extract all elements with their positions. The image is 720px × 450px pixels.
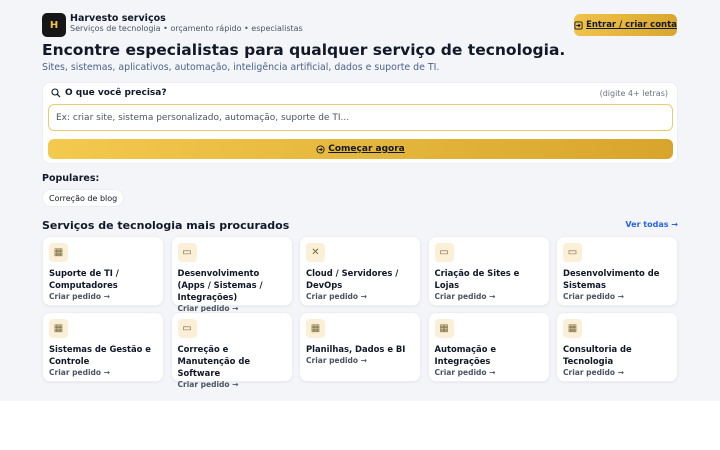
brand-logo[interactable]: H [42, 13, 66, 37]
laptop-icon: ▭ [177, 243, 197, 262]
start-now-label: Começar agora [328, 144, 405, 154]
start-now-button[interactable]: Começar agora [48, 139, 673, 159]
service-card-title: Planilhas, Dados e BI [306, 344, 406, 354]
brand-name[interactable]: Harvesto serviços [70, 13, 166, 24]
service-card-title: Desenvolvimento (Apps / Sistemas / Integ… [177, 268, 263, 302]
grid-icon: ▦ [434, 319, 454, 338]
service-card-sites[interactable]: ▭ Criação de Sites e Lojas Criar pedido … [427, 236, 550, 306]
login-label: Entrar / criar conta [586, 20, 677, 30]
create-request-link[interactable]: Criar pedido → [306, 356, 414, 365]
logo-letter: H [49, 19, 59, 31]
grid-icon: ▦ [49, 319, 68, 338]
service-card-cloud[interactable]: ✕ Cloud / Servidores / DevOps Criar pedi… [299, 236, 421, 306]
create-request-link[interactable]: Criar pedido → [563, 368, 671, 377]
search-card: O que você precisa? (digite 4+ letras) C… [42, 82, 678, 164]
service-card-spreadsheets[interactable]: ▦ Planilhas, Dados e BI Criar pedido → [299, 312, 421, 382]
create-request-link[interactable]: Criar pedido → [306, 292, 414, 301]
create-request-link[interactable]: Criar pedido → [49, 368, 157, 377]
page-background: H Harvesto serviços Serviços de tecnolog… [0, 0, 720, 401]
arrow-circle-icon [316, 144, 325, 154]
service-card-title: Suporte de TI / Computadores [49, 268, 119, 290]
service-card-development[interactable]: ▭ Desenvolvimento (Apps / Sistemas / Int… [170, 236, 293, 313]
service-card-automation[interactable]: ▦ Automação e Integrações Criar pedido → [427, 312, 550, 382]
laptop-icon: ▭ [563, 243, 582, 262]
service-card-title: Desenvolvimento de Sistemas [563, 268, 660, 290]
service-card-title: Sistemas de Gestão e Controle [49, 344, 151, 366]
search-label-row: O que você precisa? [51, 88, 167, 98]
service-card-title: Cloud / Servidores / DevOps [306, 268, 399, 290]
login-arrow-icon [574, 20, 583, 30]
search-icon [51, 88, 61, 98]
create-request-link[interactable]: Criar pedido → [435, 292, 543, 301]
services-grid: ▦ Suporte de TI / Computadores Criar ped… [42, 236, 678, 389]
service-card-title: Correção e Manutenção de Software [177, 344, 251, 378]
tools-icon: ✕ [306, 243, 325, 262]
service-card-title: Consultoria de Tecnologia [563, 344, 632, 366]
popular-title: Populares: [42, 173, 100, 184]
create-request-link[interactable]: Criar pedido → [563, 292, 671, 301]
service-card-systems-dev[interactable]: ▭ Desenvolvimento de Sistemas Criar pedi… [556, 236, 678, 306]
service-card-title: Automação e Integrações [434, 344, 497, 366]
popular-chip[interactable]: Correção de blog [42, 189, 125, 207]
login-button[interactable]: Entrar / criar conta [574, 14, 677, 36]
create-request-link[interactable]: Criar pedido → [435, 368, 543, 377]
service-card-title: Criação de Sites e Lojas [434, 268, 520, 290]
create-request-link[interactable]: Criar pedido → [49, 292, 157, 301]
page-subtitle: Sites, sistemas, aplicativos, automação,… [42, 62, 440, 73]
grid-icon: ▦ [49, 243, 68, 262]
laptop-icon: ▭ [177, 319, 197, 338]
page-title: Encontre especialistas para qualquer ser… [42, 41, 566, 59]
service-card-management[interactable]: ▦ Sistemas de Gestão e Controle Criar pe… [42, 312, 164, 382]
search-label: O que você precisa? [65, 88, 167, 98]
create-request-link[interactable]: Criar pedido → [178, 380, 286, 389]
service-card-maintenance[interactable]: ▭ Correção e Manutenção de Software Cria… [170, 312, 293, 389]
laptop-icon: ▭ [434, 243, 454, 262]
brand-tagline: Serviços de tecnologia • orçamento rápid… [70, 24, 303, 33]
grid-icon: ▦ [306, 319, 325, 338]
search-input[interactable] [48, 104, 673, 131]
service-card-it-support[interactable]: ▦ Suporte de TI / Computadores Criar ped… [42, 236, 164, 306]
service-card-consulting[interactable]: ▦ Consultoria de Tecnologia Criar pedido… [556, 312, 678, 382]
grid-icon: ▦ [563, 319, 582, 338]
services-title: Serviços de tecnologia mais procurados [42, 219, 290, 232]
see-all-link[interactable]: Ver todas → [625, 220, 678, 229]
search-hint: (digite 4+ letras) [599, 89, 668, 98]
